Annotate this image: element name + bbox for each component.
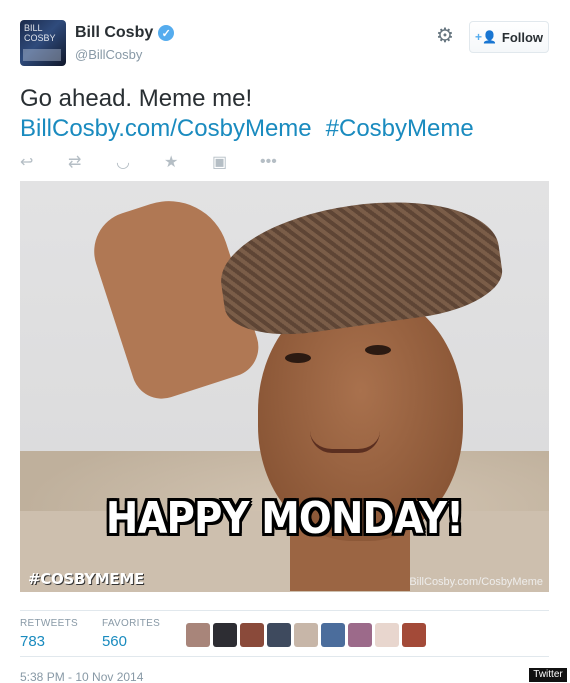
tweet-hashtag[interactable]: #CosbyMeme bbox=[326, 115, 474, 142]
favoriter-avatar[interactable] bbox=[240, 623, 264, 647]
photo-cap bbox=[213, 186, 507, 344]
tweet-stats: RETWEETS 783 FAVORITES 560 bbox=[20, 618, 184, 654]
reply-icon[interactable]: ↩ bbox=[20, 152, 68, 172]
favorites-stat[interactable]: FAVORITES 560 bbox=[102, 618, 160, 654]
save-icon[interactable]: ◡ bbox=[116, 152, 164, 172]
retweets-stat[interactable]: RETWEETS 783 bbox=[20, 618, 78, 654]
photo-icon[interactable]: ▣ bbox=[212, 152, 260, 172]
photo-smile bbox=[310, 431, 380, 453]
favoriter-avatar[interactable] bbox=[267, 623, 291, 647]
favorite-icon[interactable]: ★ bbox=[164, 152, 212, 172]
favoriter-avatar[interactable] bbox=[348, 623, 372, 647]
avatar-graphic bbox=[23, 49, 61, 61]
photo-eye-right bbox=[365, 345, 391, 355]
avatar[interactable]: BILL COSBY bbox=[20, 20, 66, 66]
divider bbox=[20, 656, 549, 657]
favoriter-avatar[interactable] bbox=[294, 623, 318, 647]
favoriter-avatar[interactable] bbox=[321, 623, 345, 647]
tweet-actions: ↩ ⇄ ◡ ★ ▣ ••• bbox=[20, 152, 308, 172]
follow-button[interactable]: +👤 Follow bbox=[469, 21, 549, 53]
avatar-text: BILL COSBY bbox=[24, 23, 56, 43]
retweet-icon[interactable]: ⇄ bbox=[68, 152, 116, 172]
favoriter-avatar[interactable] bbox=[186, 623, 210, 647]
user-handle[interactable]: @BillCosby bbox=[75, 47, 142, 62]
tweet-text-line: Go ahead. Meme me! bbox=[20, 85, 253, 112]
favoriter-avatar[interactable] bbox=[375, 623, 399, 647]
display-name[interactable]: Bill Cosby bbox=[75, 24, 153, 42]
source-watermark: Twitter bbox=[529, 668, 567, 682]
more-icon[interactable]: ••• bbox=[260, 153, 308, 171]
meme-url-stamp: BillCosby.com/CosbyMeme bbox=[409, 576, 543, 588]
photo-eye-left bbox=[285, 353, 311, 363]
retweets-label: RETWEETS bbox=[20, 618, 78, 629]
favoriter-avatar[interactable] bbox=[213, 623, 237, 647]
verified-badge-icon: ✓ bbox=[158, 25, 175, 41]
name-row: Bill Cosby ✓ bbox=[75, 24, 175, 42]
tweet-link[interactable]: BillCosby.com/CosbyMeme bbox=[20, 115, 312, 142]
meme-caption: HAPPY MONDAY! bbox=[105, 493, 464, 544]
tweet-text: Go ahead. Meme me! BillCosby.com/CosbyMe… bbox=[20, 84, 550, 144]
favoriter-avatars bbox=[186, 623, 426, 647]
add-user-icon: +👤 bbox=[474, 30, 497, 44]
tweet-header: BILL COSBY Bill Cosby ✓ @BillCosby ⚙ +👤 … bbox=[20, 20, 550, 70]
retweets-count: 783 bbox=[20, 633, 46, 650]
follow-label: Follow bbox=[501, 29, 544, 45]
favorites-label: FAVORITES bbox=[101, 618, 161, 629]
divider bbox=[20, 610, 549, 611]
tweet-text-line2: BillCosby.com/CosbyMeme #CosbyMeme bbox=[20, 114, 550, 144]
favorites-count: 560 bbox=[101, 633, 127, 650]
meme-hashtag-stamp: #COSBYMEME bbox=[28, 570, 144, 588]
gear-icon[interactable]: ⚙ bbox=[434, 25, 456, 47]
tweet-photo[interactable]: HAPPY MONDAY! #COSBYMEME BillCosby.com/C… bbox=[20, 181, 549, 592]
tweet-timestamp[interactable]: 5:38 PM - 10 Nov 2014 bbox=[20, 670, 143, 683]
favoriter-avatar[interactable] bbox=[402, 623, 426, 647]
